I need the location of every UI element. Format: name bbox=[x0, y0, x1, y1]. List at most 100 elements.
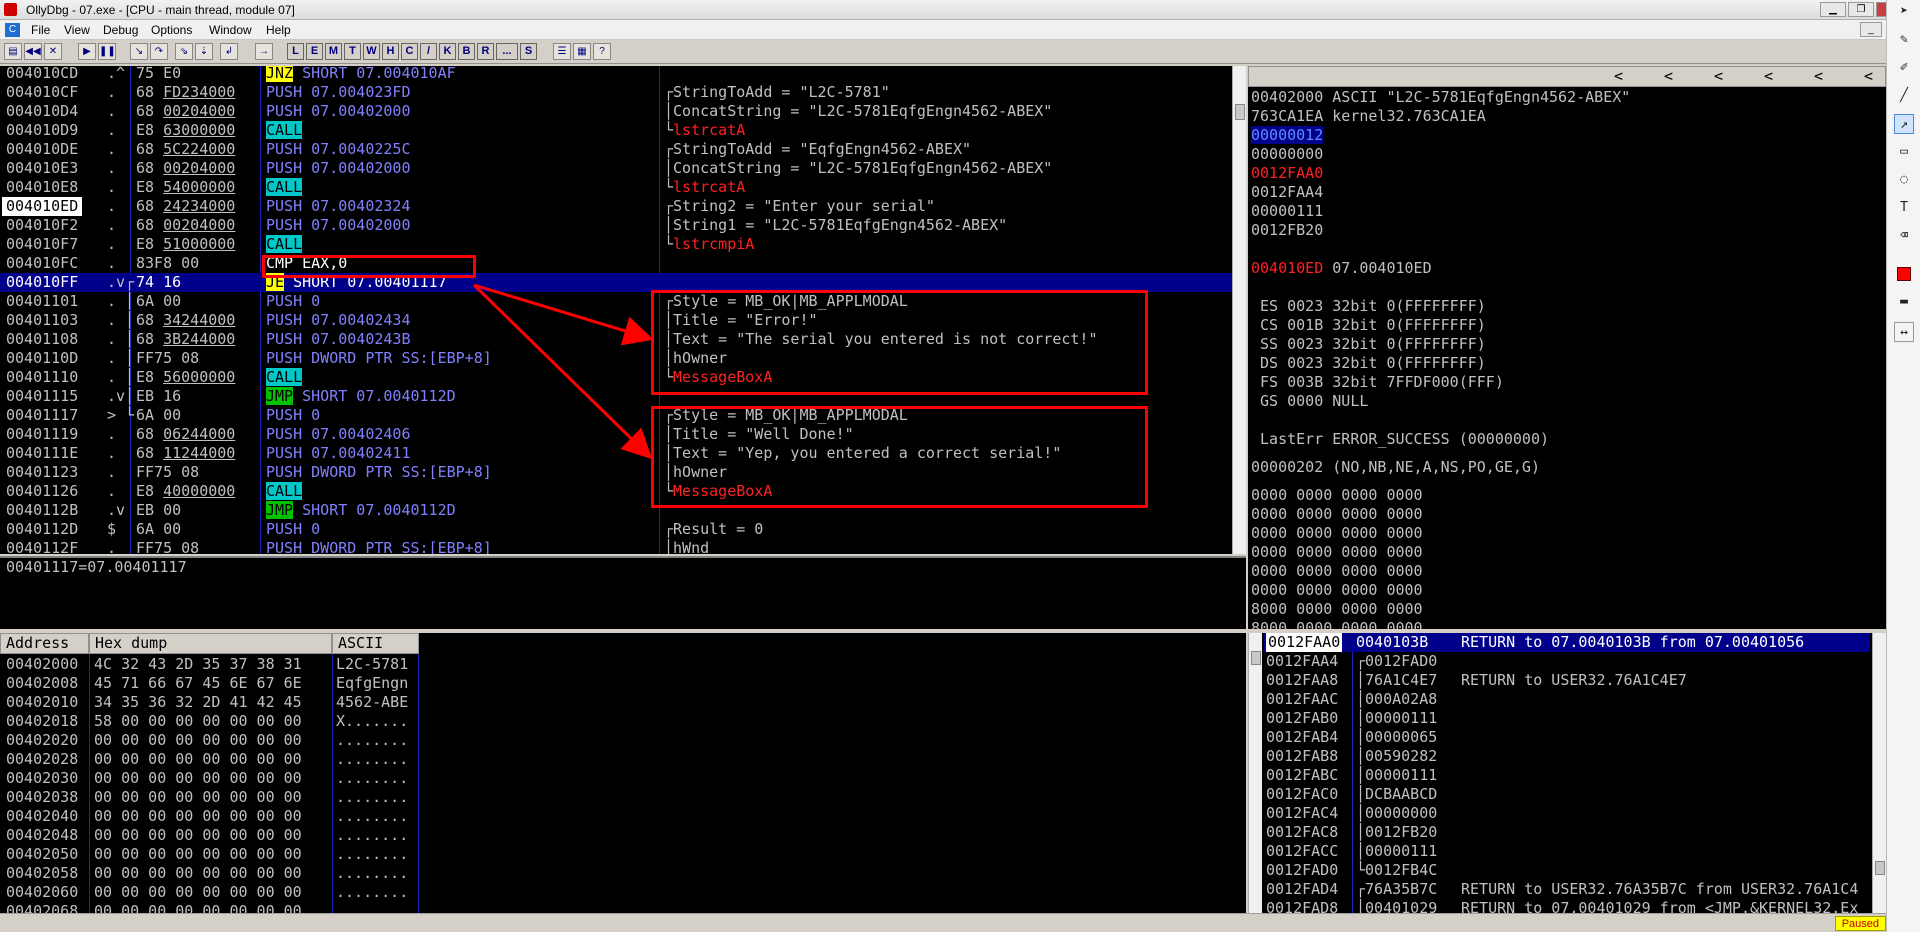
register-row[interactable]: ES 0023 32bit 0(FFFFFFFF) bbox=[1251, 297, 1486, 316]
register-row[interactable]: GS 0000 NULL bbox=[1251, 392, 1368, 411]
disasm-row[interactable]: 004010CF. 68 FD234000 PUSH 07.004023FD ┌Str… bbox=[0, 83, 1232, 102]
windows-button[interactable]: W bbox=[363, 43, 380, 60]
disassembly-scrollbar-track[interactable] bbox=[1232, 66, 1246, 554]
open-icon[interactable]: ▤ bbox=[4, 43, 22, 60]
stack-scrollbar[interactable] bbox=[1248, 633, 1262, 913]
register-row[interactable]: 0012FB20 bbox=[1251, 221, 1323, 240]
color-swatch-icon[interactable] bbox=[1894, 264, 1914, 284]
references-button[interactable]: R bbox=[477, 43, 494, 60]
help-icon[interactable]: ? bbox=[593, 43, 611, 60]
dump-row[interactable]: 00402050 00 00 00 00 00 00 00 00........ bbox=[0, 845, 420, 864]
stack-scroll-thumb-right[interactable] bbox=[1875, 861, 1885, 875]
register-row[interactable]: 0000 0000 0000 0000 bbox=[1251, 562, 1423, 581]
breakpoints-button[interactable]: B bbox=[458, 43, 475, 60]
dump-row[interactable]: 00402020 00 00 00 00 00 00 00 00........ bbox=[0, 731, 420, 750]
dump-row[interactable]: 00402058 00 00 00 00 00 00 00 00........ bbox=[0, 864, 420, 883]
stack-row[interactable]: 0012FAA8 │76A1C4E7 RETURN to USER32.76A1C4… bbox=[1264, 671, 1870, 690]
register-row[interactable]: FS 003B 32bit 7FFDF000(FFF) bbox=[1251, 373, 1504, 392]
line-icon[interactable]: ╱ bbox=[1894, 86, 1914, 106]
restore-button[interactable]: ❐ bbox=[1848, 2, 1874, 17]
pause-icon[interactable]: ❚❚ bbox=[98, 43, 116, 60]
menu-window[interactable]: Window bbox=[209, 23, 252, 37]
register-row[interactable]: 0000 0000 0000 0000 bbox=[1251, 505, 1423, 524]
log-window-button[interactable]: L bbox=[287, 43, 304, 60]
register-row[interactable]: 0012FAA4 bbox=[1251, 183, 1323, 202]
line-width-icon[interactable]: ▬ bbox=[1894, 292, 1914, 312]
list-icon[interactable]: ☰ bbox=[553, 43, 571, 60]
dump-row[interactable]: 00402000 4C 32 43 2D 35 37 38 31 L2C-5781 bbox=[0, 655, 420, 674]
register-row[interactable]: 00402000 ASCII "L2C-5781EqfgEngn4562-ABE… bbox=[1251, 88, 1630, 107]
register-row[interactable]: DS 0023 32bit 0(FFFFFFFF) bbox=[1251, 354, 1486, 373]
dump-row[interactable]: 00402028 00 00 00 00 00 00 00 00........ bbox=[0, 750, 420, 769]
stack-row[interactable]: 0012FAB8 │00590282 bbox=[1264, 747, 1870, 766]
patches-button[interactable]: / bbox=[420, 43, 437, 60]
menu-view[interactable]: View bbox=[64, 23, 90, 37]
dump-row[interactable]: 00402068 00 00 00 00 00 00 00 00........ bbox=[0, 902, 420, 913]
register-row[interactable]: 0012FAA0 bbox=[1251, 164, 1323, 183]
stack-row[interactable]: 0012FABC │00000111 bbox=[1264, 766, 1870, 785]
dump-row[interactable]: 00402040 00 00 00 00 00 00 00 00........ bbox=[0, 807, 420, 826]
menu-debug[interactable]: Debug bbox=[103, 23, 138, 37]
cpu-window-icon[interactable]: C bbox=[5, 23, 20, 37]
register-row[interactable]: LastErr ERROR_SUCCESS (00000000) bbox=[1251, 430, 1549, 449]
register-scroll-arrow[interactable]: < bbox=[1664, 67, 1673, 86]
appearance-icon[interactable]: ▦ bbox=[573, 43, 591, 60]
source-button[interactable]: S bbox=[520, 43, 537, 60]
trace-over-icon[interactable]: ⇣ bbox=[195, 43, 213, 60]
disasm-row[interactable]: 0040112F. FF75 08 PUSH DWORD PTR SS:[EBP+8… bbox=[0, 539, 1232, 554]
register-row[interactable]: SS 0023 32bit 0(FFFFFFFF) bbox=[1251, 335, 1486, 354]
minimize-button[interactable]: ▁ bbox=[1820, 2, 1846, 17]
stack-row[interactable]: 0012FAC4 │00000000 bbox=[1264, 804, 1870, 823]
stack-row[interactable]: 0012FAD8 │00401029 RETURN to 07.00401029 f… bbox=[1264, 899, 1870, 913]
dump-header-address[interactable]: Address bbox=[0, 633, 89, 654]
dump-row[interactable]: 00402030 00 00 00 00 00 00 00 00........ bbox=[0, 769, 420, 788]
dump-row[interactable]: 00402048 00 00 00 00 00 00 00 00........ bbox=[0, 826, 420, 845]
disasm-row[interactable]: 004010CD .^ 75 E0 JNZ SHORT 07.004010AF bbox=[0, 66, 1232, 83]
rectangle-icon[interactable]: ▭ bbox=[1894, 142, 1914, 162]
register-row[interactable]: 8000 0000 0000 0000 bbox=[1251, 619, 1423, 629]
disasm-row[interactable]: 004010E3. 68 00204000 PUSH 07.00402000 │Con… bbox=[0, 159, 1232, 178]
disasm-row[interactable]: 004010FC. 83F8 00 CMP EAX,0 bbox=[0, 254, 1232, 273]
register-scroll-arrow[interactable]: < bbox=[1864, 67, 1873, 86]
register-row[interactable]: 0000 0000 0000 0000 bbox=[1251, 486, 1423, 505]
modules-button[interactable]: E bbox=[306, 43, 323, 60]
register-row[interactable]: 8000 0000 0000 0000 bbox=[1251, 600, 1423, 619]
stack-scroll-thumb[interactable] bbox=[1251, 651, 1261, 665]
stack-row[interactable]: 0012FAAC │000A02A8 bbox=[1264, 690, 1870, 709]
cpu-button[interactable]: C bbox=[401, 43, 418, 60]
disasm-row[interactable]: 004010F7. E8 51000000 CALL └lstrcmpiA bbox=[0, 235, 1232, 254]
call-stack-button[interactable]: K bbox=[439, 43, 456, 60]
stack-row[interactable]: 0012FAC0 │DCBAABCD bbox=[1264, 785, 1870, 804]
trace-into-icon[interactable]: ⇘ bbox=[175, 43, 193, 60]
eraser-icon[interactable]: ⌫ bbox=[1894, 226, 1914, 246]
stack-row[interactable]: 0012FACC │00000111 bbox=[1264, 842, 1870, 861]
text-tool-icon[interactable]: T bbox=[1894, 198, 1914, 218]
disasm-row[interactable]: 0040112D $6A 00 PUSH 0 ┌Result = 0 bbox=[0, 520, 1232, 539]
register-scroll-arrow[interactable]: < bbox=[1614, 67, 1623, 86]
cursor-icon[interactable]: ➤ bbox=[1894, 2, 1914, 22]
disasm-row[interactable]: 004010DE. 68 5C224000 PUSH 07.0040225C ┌Str… bbox=[0, 140, 1232, 159]
arrow-tool-icon[interactable]: ↗ bbox=[1894, 114, 1914, 134]
mdi-restore-button[interactable]: _ bbox=[1860, 22, 1882, 37]
disasm-row[interactable]: 004010D9. E8 63000000 CALL └lstrcatA bbox=[0, 121, 1232, 140]
marker-icon[interactable]: ✐ bbox=[1894, 58, 1914, 78]
register-row[interactable]: 0000 0000 0000 0000 bbox=[1251, 524, 1423, 543]
goto-icon[interactable]: → bbox=[255, 43, 273, 60]
run-trace-button[interactable]: ... bbox=[496, 43, 518, 60]
restart-icon[interactable]: ◀◀ bbox=[24, 43, 42, 60]
step-over-icon[interactable]: ↷ bbox=[150, 43, 168, 60]
stack-pane[interactable]: 0012FAA0 0040103B RETURN to 07.0040103B fr… bbox=[1248, 633, 1886, 913]
register-scroll-arrow[interactable]: < bbox=[1764, 67, 1773, 86]
menu-help[interactable]: Help bbox=[266, 23, 291, 37]
dump-pane[interactable]: Address Hex dump ASCII 00402000 4C 32 43 … bbox=[0, 633, 1246, 913]
registers-pane[interactable]: sters (MMX) < < < < < < 00402000 ASCII "L2C-5… bbox=[1248, 66, 1886, 629]
register-row[interactable]: 763CA1EA kernel32.763CA1EA bbox=[1251, 107, 1486, 126]
disasm-row[interactable]: 004010D4. 68 00204000 PUSH 07.00402000 │Con… bbox=[0, 102, 1232, 121]
register-scroll-arrow[interactable]: < bbox=[1814, 67, 1823, 86]
close-program-icon[interactable]: ✕ bbox=[44, 43, 62, 60]
run-icon[interactable]: ▶ bbox=[78, 43, 96, 60]
dump-header-hex[interactable]: Hex dump bbox=[89, 633, 332, 654]
execute-till-return-icon[interactable]: ↲ bbox=[220, 43, 238, 60]
register-row[interactable]: 004010ED 07.004010ED bbox=[1251, 259, 1432, 278]
register-row[interactable]: 00000000 bbox=[1251, 145, 1323, 164]
